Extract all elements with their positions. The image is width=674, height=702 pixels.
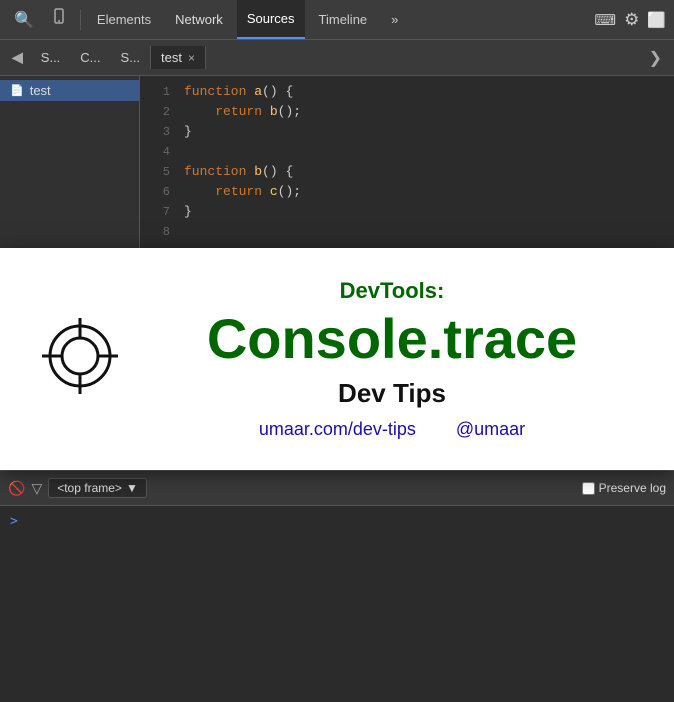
preserve-log-container: Preserve log (582, 481, 666, 495)
console-clear-icon[interactable]: 🚫 (8, 480, 25, 497)
tab-sub-s1[interactable]: S... (31, 40, 71, 75)
code-content-2: return b(); (184, 102, 301, 122)
line-num-1: 1 (150, 82, 170, 102)
tab-sub-s2[interactable]: S... (111, 40, 151, 75)
sidebar-file-label: test (30, 83, 51, 98)
tab-sub-c[interactable]: C... (70, 40, 110, 75)
line-num-3: 3 (150, 122, 170, 142)
overlay-title: Console.trace (150, 308, 634, 370)
console-frame-chevron-icon: ▼ (126, 481, 138, 495)
code-line-1: 1 function a() { (140, 82, 674, 102)
tab-network[interactable]: Network (165, 0, 233, 39)
code-line-5: 5 function b() { (140, 162, 674, 182)
code-line-2: 2 return b(); (140, 102, 674, 122)
code-line-4: 4 (140, 142, 674, 162)
line-num-4: 4 (150, 142, 170, 162)
file-icon: 📄 (10, 84, 24, 97)
overlay-card: DevTools: Console.trace Dev Tips umaar.c… (0, 248, 674, 470)
tab-elements[interactable]: Elements (87, 0, 161, 39)
code-content-8 (184, 222, 192, 242)
line-num-2: 2 (150, 102, 170, 122)
tab-sources[interactable]: Sources (237, 0, 305, 39)
file-tab-close-button[interactable]: × (188, 51, 195, 65)
target-icon (40, 316, 120, 401)
code-line-8: 8 (140, 222, 674, 242)
tab-more[interactable]: » (381, 0, 408, 39)
line-num-8: 8 (150, 222, 170, 242)
overlay-label: Dev Tips (150, 378, 634, 409)
overlay-links: umaar.com/dev-tips @umaar (150, 419, 634, 440)
sidebar-item-test[interactable]: 📄 test (0, 80, 139, 101)
code-content-6: return c(); (184, 182, 301, 202)
device-icon[interactable] (44, 4, 74, 35)
code-content-5: function b() { (184, 162, 293, 182)
overlay-link-website[interactable]: umaar.com/dev-tips (259, 419, 416, 440)
console-output[interactable]: > (0, 506, 674, 702)
terminal-icon[interactable]: ⌨ (594, 11, 616, 29)
console-prompt-line: > (10, 510, 664, 533)
preserve-log-label: Preserve log (599, 481, 666, 495)
main-toolbar: 🔍 Elements Network Sources Timeline » ⌨ … (0, 0, 674, 40)
console-toolbar: 🚫 ▽ <top frame> ▼ Preserve log (0, 470, 674, 506)
sources-subtoolbar-right-btn[interactable]: ❯ (641, 44, 670, 72)
overlay-subtitle: DevTools: (150, 278, 634, 304)
line-num-6: 6 (150, 182, 170, 202)
code-content-4 (184, 142, 192, 162)
toolbar-right: ⌨ ⚙ ⬜ (594, 10, 666, 30)
code-line-6: 6 return c(); (140, 182, 674, 202)
line-num-5: 5 (150, 162, 170, 182)
code-line-3: 3 } (140, 122, 674, 142)
file-tab-name: test (161, 50, 182, 65)
console-filter-icon[interactable]: ▽ (31, 480, 42, 497)
console-frame-label: <top frame> (57, 481, 122, 495)
code-content-1: function a() { (184, 82, 293, 102)
toolbar-divider-1 (80, 10, 81, 30)
panel-toggle-button[interactable]: ◀ (4, 45, 31, 70)
console-frame-selector[interactable]: <top frame> ▼ (48, 478, 147, 498)
overlay-link-twitter[interactable]: @umaar (456, 419, 525, 440)
code-line-7: 7 } (140, 202, 674, 222)
prompt-arrow-icon: > (10, 514, 18, 529)
line-num-7: 7 (150, 202, 170, 222)
sources-subtoolbar: ◀ S... C... S... test × ❯ (0, 40, 674, 76)
code-content-3: } (184, 122, 192, 142)
dock-icon[interactable]: ⬜ (647, 11, 666, 29)
code-content-7: } (184, 202, 192, 222)
tab-timeline[interactable]: Timeline (309, 0, 378, 39)
settings-icon[interactable]: ⚙ (624, 10, 639, 30)
target-icon-container (40, 316, 120, 401)
search-icon[interactable]: 🔍 (8, 6, 40, 34)
file-tab-test[interactable]: test × (150, 46, 206, 69)
preserve-log-checkbox[interactable] (582, 482, 595, 495)
overlay-text-block: DevTools: Console.trace Dev Tips umaar.c… (150, 278, 634, 440)
